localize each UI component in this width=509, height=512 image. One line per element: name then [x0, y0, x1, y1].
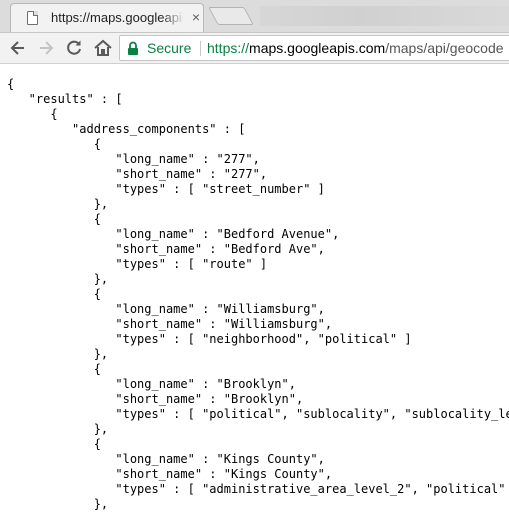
json-line: {: [7, 107, 58, 121]
json-line: {: [7, 77, 15, 91]
omnibox-divider: [200, 41, 201, 56]
json-line: "long_name" : "Kings County",: [7, 452, 325, 466]
json-line: "short_name" : "Williamsburg",: [7, 317, 333, 331]
json-line: },: [7, 422, 109, 436]
json-line: "types" : [ "street_number" ]: [7, 182, 325, 196]
json-line: "address_components" : [: [7, 122, 246, 136]
json-line: "results" : [: [7, 92, 123, 106]
browser-tab[interactable]: https://maps.googleapis ×: [10, 3, 204, 32]
url-path: /maps/api/geocode: [385, 40, 504, 56]
json-line: {: [7, 212, 101, 226]
url-host: maps.googleapis.com: [249, 40, 386, 56]
home-icon[interactable]: [92, 37, 114, 59]
json-line: "types" : [ "administrative_area_level_2…: [7, 482, 506, 496]
json-line: {: [7, 437, 101, 451]
json-line: "short_name" : "277",: [7, 167, 268, 181]
json-line: "long_name" : "Williamsburg",: [7, 302, 325, 316]
tab-title-fade: [161, 8, 185, 28]
json-line: "long_name" : "Bedford Avenue",: [7, 227, 340, 241]
back-arrow-icon[interactable]: [7, 37, 29, 59]
json-line: },: [7, 347, 109, 361]
json-line: },: [7, 497, 109, 511]
json-line: "types" : [ "neighborhood", "political" …: [7, 332, 412, 346]
reload-icon[interactable]: [63, 37, 85, 59]
document-icon: [27, 11, 38, 25]
json-line: "long_name" : "Brooklyn",: [7, 377, 296, 391]
json-line: },: [7, 272, 109, 286]
json-line: {: [7, 287, 101, 301]
json-response-body: { "results" : [ { "address_components" :…: [7, 77, 509, 512]
secure-label: Secure: [147, 40, 192, 56]
json-line: "types" : [ "route" ]: [7, 257, 268, 271]
json-line: "short_name" : "Kings County",: [7, 467, 333, 481]
json-line: "short_name" : "Brooklyn",: [7, 392, 304, 406]
json-line: "short_name" : "Bedford Ave",: [7, 242, 325, 256]
browser-toolbar: Secure https://maps.googleapis.com/maps/…: [0, 33, 509, 64]
json-line: },: [7, 197, 109, 211]
new-tab-button[interactable]: [208, 7, 254, 25]
lock-icon: [128, 41, 138, 55]
address-bar[interactable]: Secure https://maps.googleapis.com/maps/…: [119, 35, 509, 61]
json-line: "types" : [ "political", "sublocality", …: [7, 407, 509, 421]
close-icon[interactable]: ×: [188, 8, 204, 26]
json-line: {: [7, 137, 101, 151]
url-text[interactable]: https://maps.googleapis.com/maps/api/geo…: [207, 40, 504, 56]
blurred-background-window: [260, 6, 509, 26]
json-line: "long_name" : "277",: [7, 152, 260, 166]
forward-arrow-icon[interactable]: [35, 37, 57, 59]
url-scheme: https://: [207, 40, 250, 56]
tab-strip: https://maps.googleapis ×: [0, 0, 509, 33]
json-line: {: [7, 362, 101, 376]
